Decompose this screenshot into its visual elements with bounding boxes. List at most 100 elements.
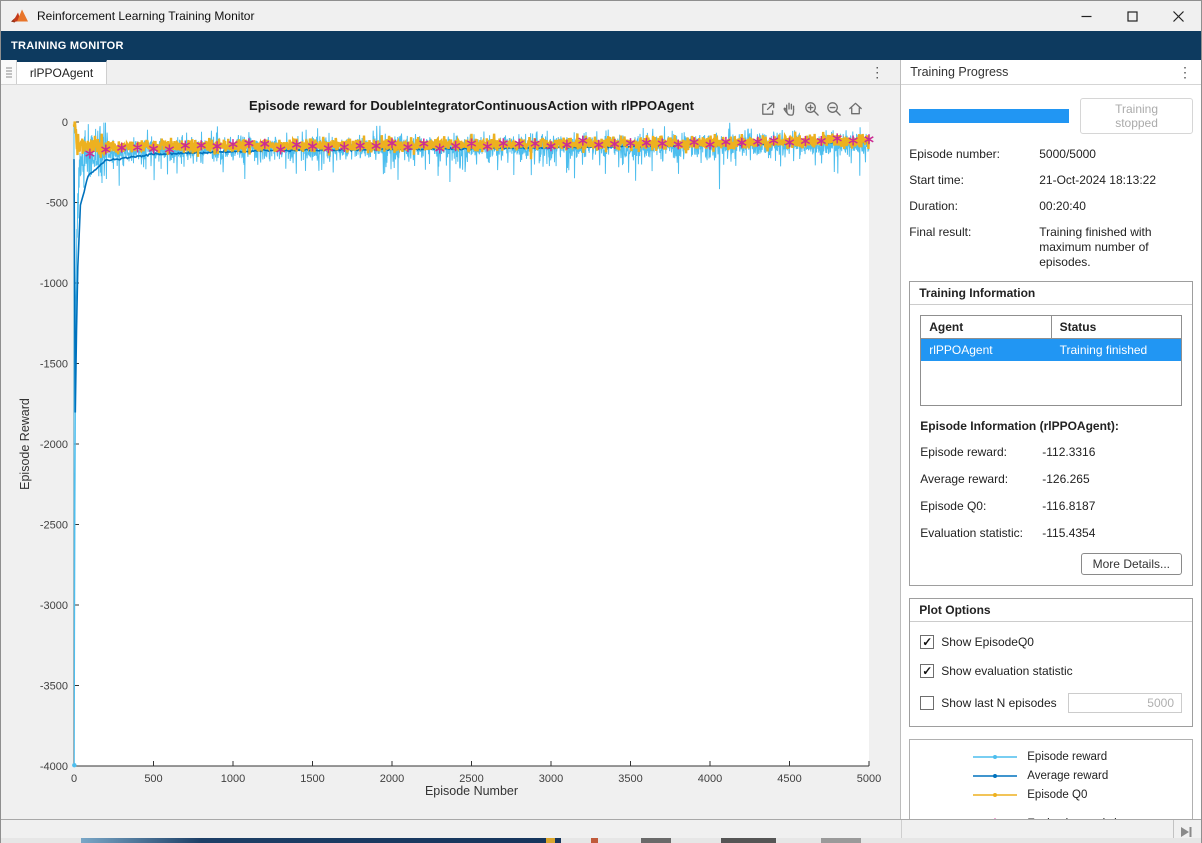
bottom-status-bar xyxy=(1,819,1201,843)
svg-text:-4000: -4000 xyxy=(40,761,68,773)
close-icon xyxy=(1173,11,1184,22)
checkbox-checked-icon[interactable]: ✓ xyxy=(920,635,934,649)
final-result-value: Training finished with maximum number of… xyxy=(1039,225,1193,270)
svg-text:-1500: -1500 xyxy=(40,359,68,371)
zoom-in-icon[interactable] xyxy=(802,99,821,118)
skip-end-icon[interactable] xyxy=(1178,825,1194,839)
table-cell: Training finished xyxy=(1051,339,1181,361)
plot-options-group: Plot Options ✓ Show EpisodeQ0 ✓ Show evalua… xyxy=(909,598,1193,727)
svg-text:0: 0 xyxy=(62,117,68,129)
training-information-title: Training Information xyxy=(910,282,1192,305)
final-result-row: Final result: Training finished with max… xyxy=(909,225,1193,270)
episode-info-rows: Episode reward:-112.3316Average reward:-… xyxy=(920,445,1182,540)
table-row[interactable]: rlPPOAgentTraining finished xyxy=(921,339,1181,361)
episode-info-value: -126.265 xyxy=(1042,472,1089,486)
checkbox-label: Show evaluation statistic xyxy=(941,664,1072,678)
agents-table-header: AgentStatus xyxy=(921,316,1181,339)
checkbox-label: Show EpisodeQ0 xyxy=(941,635,1034,649)
start-time-value: 21-Oct-2024 18:13:22 xyxy=(1039,173,1193,188)
table-header-cell: Status xyxy=(1051,316,1181,338)
svg-text:0: 0 xyxy=(71,773,77,785)
episode-info-value: -116.8187 xyxy=(1042,499,1095,513)
training-progress-panel: Training Progress ⋮ Training stopped Epi… xyxy=(901,60,1201,819)
background-window-sliver xyxy=(1,838,1201,843)
svg-text:4500: 4500 xyxy=(777,773,801,785)
plot-options-title: Plot Options xyxy=(910,599,1192,622)
maximize-button[interactable] xyxy=(1109,1,1155,31)
svg-text:1500: 1500 xyxy=(300,773,324,785)
agents-table: AgentStatusrlPPOAgentTraining finished xyxy=(920,315,1182,406)
minimize-button[interactable] xyxy=(1063,1,1109,31)
checkbox-row-show-episodeq0: ✓ Show EpisodeQ0 xyxy=(920,635,1182,649)
more-details-button[interactable]: More Details... xyxy=(1081,553,1182,575)
checkbox-checked-icon[interactable]: ✓ xyxy=(920,664,934,678)
tab-menu-icon[interactable]: ⋮ xyxy=(870,60,884,84)
close-button[interactable] xyxy=(1155,1,1201,31)
episode-info-label: Episode Q0: xyxy=(920,499,1042,513)
panel-menu-icon[interactable]: ⋮ xyxy=(1178,64,1192,81)
svg-text:Episode reward for DoubleInteg: Episode reward for DoubleIntegratorConti… xyxy=(249,98,695,113)
training-stopped-button[interactable]: Training stopped xyxy=(1080,98,1193,134)
legend-item: Episode Q0 xyxy=(910,785,1192,804)
svg-text:-3500: -3500 xyxy=(40,681,68,693)
window-title: Reinforcement Learning Training Monitor xyxy=(37,9,254,23)
checkbox-row-show-last-n-episodes: Show last N episodes xyxy=(920,693,1182,713)
table-header-cell: Agent xyxy=(921,316,1050,338)
checkbox-unchecked-icon[interactable] xyxy=(920,696,934,710)
checkbox-label: Show last N episodes xyxy=(941,696,1056,710)
legend-label: Episode reward xyxy=(1027,751,1107,763)
grip-icon xyxy=(5,66,13,78)
toolstrip-tab-training-monitor[interactable]: TRAINING MONITOR xyxy=(11,40,124,52)
toolstrip: TRAINING MONITOR xyxy=(1,31,1201,60)
legend-label: Average reward xyxy=(1027,770,1108,782)
svg-text:2000: 2000 xyxy=(380,773,404,785)
legend-marker-line-dot xyxy=(972,750,1018,764)
document-area: rlPPOAgent ⋮ Episode reward for DoubleIn… xyxy=(1,60,901,819)
training-information-group: Training Information AgentStatusrlPPOAge… xyxy=(909,281,1193,586)
reward-chart[interactable]: Episode reward for DoubleIntegratorConti… xyxy=(1,85,901,819)
episode-info-value: -115.4354 xyxy=(1042,526,1095,540)
last-n-episodes-input[interactable] xyxy=(1068,693,1182,713)
start-time-row: Start time: 21-Oct-2024 18:13:22 xyxy=(909,173,1193,188)
minimize-icon xyxy=(1081,11,1092,22)
progress-bar-fill xyxy=(909,109,1069,123)
episode-number-label: Episode number: xyxy=(909,147,1039,162)
duration-value: 00:20:40 xyxy=(1039,199,1193,214)
matlab-logo xyxy=(10,8,29,24)
start-time-label: Start time: xyxy=(909,173,1039,188)
pan-icon[interactable] xyxy=(780,99,799,118)
episode-info-label: Episode reward: xyxy=(920,445,1042,459)
panel-body: Training stopped Episode number: 5000/50… xyxy=(901,85,1201,819)
svg-text:Episode Reward: Episode Reward xyxy=(18,398,32,490)
zoom-out-icon[interactable] xyxy=(824,99,843,118)
svg-text:3000: 3000 xyxy=(539,773,563,785)
progress-bar xyxy=(909,109,1069,123)
svg-text:-2500: -2500 xyxy=(40,520,68,532)
restore-view-icon[interactable] xyxy=(846,99,865,118)
doc-tab-label: rlPPOAgent xyxy=(30,66,93,80)
legend-marker-line-dot xyxy=(972,769,1018,783)
doc-tab-rlppoagent[interactable]: rlPPOAgent xyxy=(17,60,107,84)
svg-text:-2000: -2000 xyxy=(40,439,68,451)
final-result-label: Final result: xyxy=(909,225,1039,270)
episode-info-row: Episode reward:-112.3316 xyxy=(920,445,1182,459)
svg-text:1000: 1000 xyxy=(221,773,245,785)
figure-area: Episode reward for DoubleIntegratorConti… xyxy=(1,85,900,819)
svg-text:500: 500 xyxy=(144,773,162,785)
episode-info-row: Episode Q0:-116.8187 xyxy=(920,499,1182,513)
tab-grip-handle[interactable] xyxy=(1,60,17,84)
svg-text:4000: 4000 xyxy=(698,773,722,785)
legend-item: Episode reward xyxy=(910,747,1192,766)
episode-info-title: Episode Information (rlPPOAgent): xyxy=(920,419,1182,433)
episode-info-label: Evaluation statistic: xyxy=(920,526,1042,540)
table-empty-area xyxy=(921,361,1181,405)
legend-panel: Episode rewardAverage rewardEpisode Q0Ev… xyxy=(909,739,1193,819)
svg-text:-3000: -3000 xyxy=(40,600,68,612)
svg-text:3500: 3500 xyxy=(618,773,642,785)
export-icon[interactable] xyxy=(758,99,777,118)
checkbox-row-show-evaluation-statistic: ✓ Show evaluation statistic xyxy=(920,664,1182,678)
duration-row: Duration: 00:20:40 xyxy=(909,199,1193,214)
document-tabbar: rlPPOAgent ⋮ xyxy=(1,60,900,85)
svg-text:-500: -500 xyxy=(46,198,68,210)
svg-text:-1000: -1000 xyxy=(40,278,68,290)
